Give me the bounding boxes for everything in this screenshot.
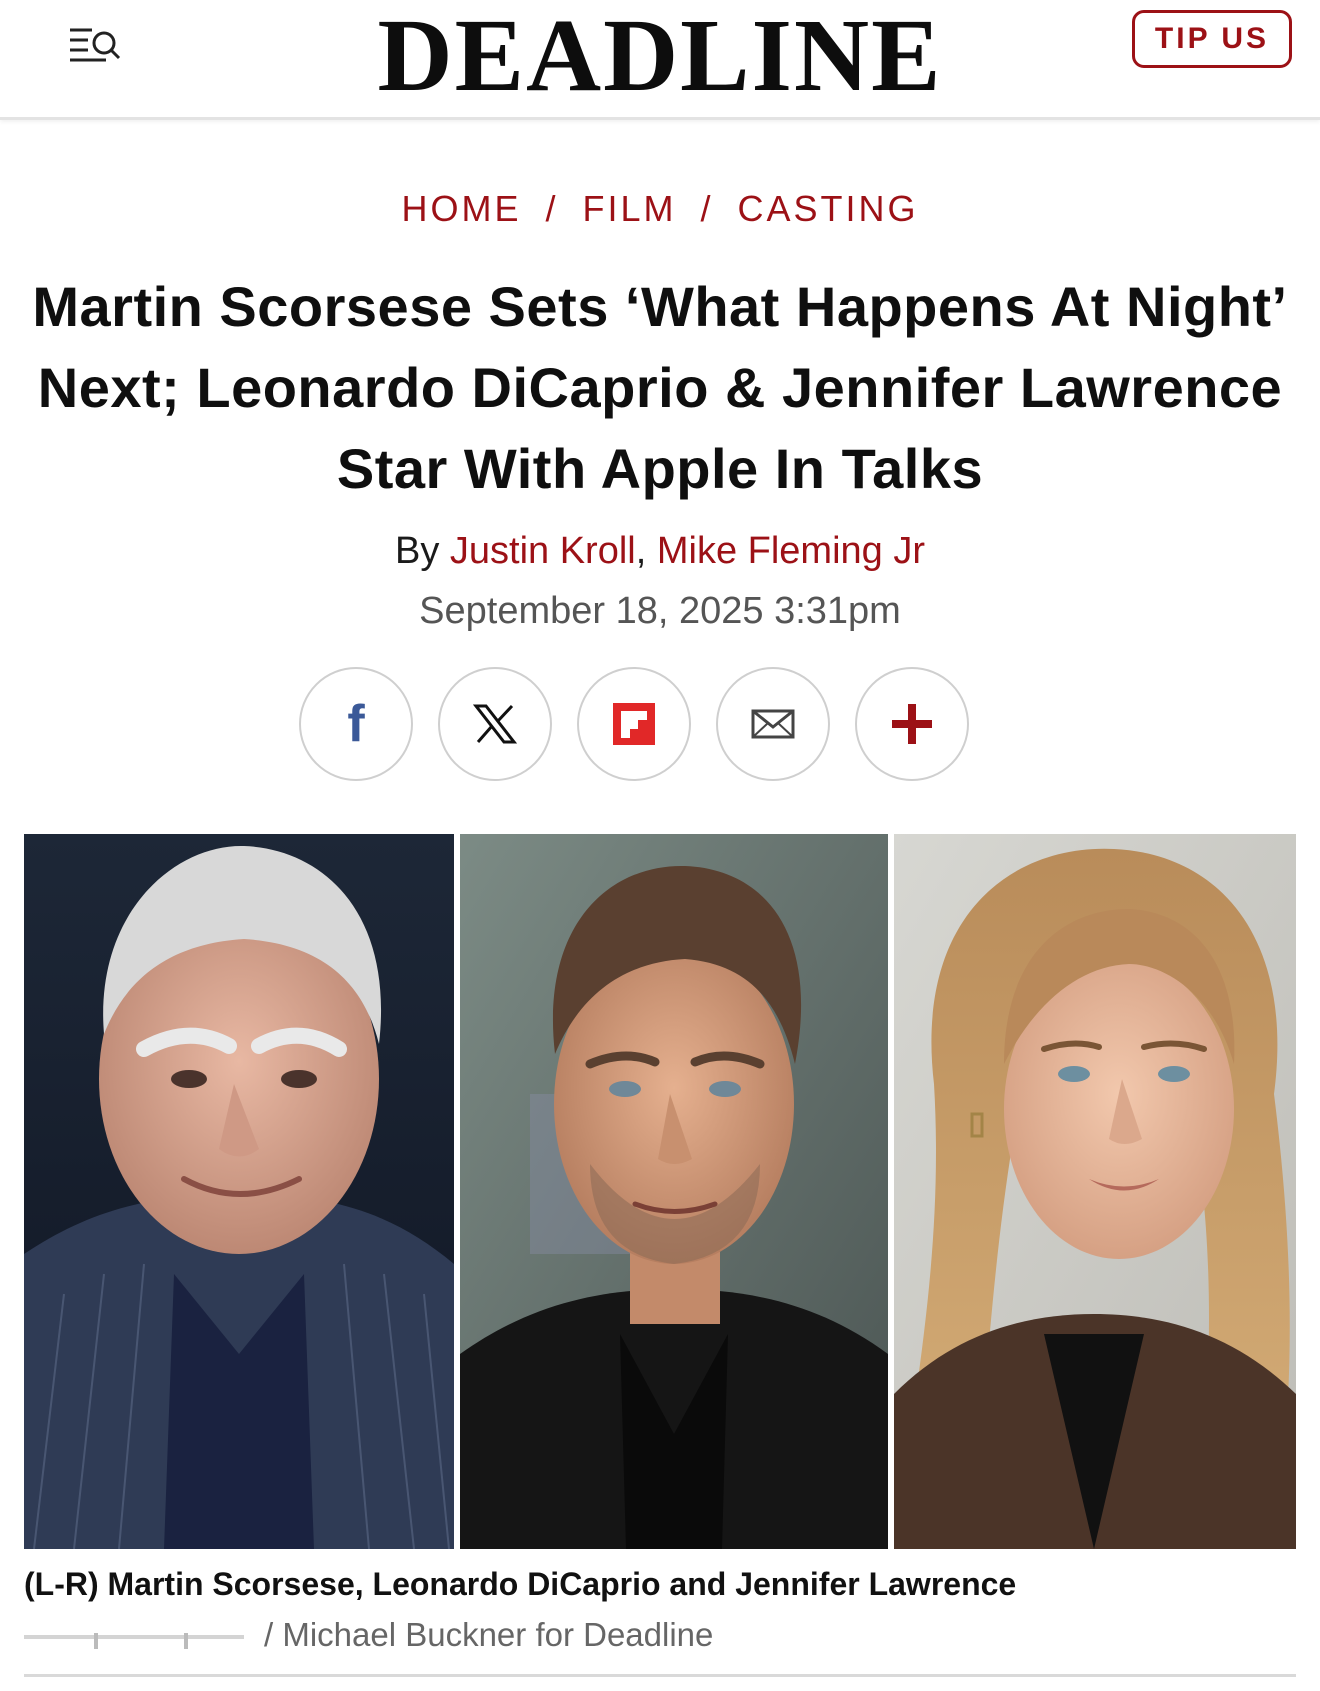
breadcrumb-film[interactable]: FILM: [582, 188, 676, 229]
email-icon: [751, 709, 795, 739]
author-separator: ,: [635, 530, 647, 572]
plus-icon: [892, 704, 932, 744]
article-headline: Martin Scorsese Sets ‘What Happens At Ni…: [32, 275, 1288, 500]
divider: [24, 1674, 1296, 1677]
x-icon: [473, 704, 517, 744]
photo-credit-text: / Michael Buckner for Deadline: [264, 1616, 714, 1653]
more-share-button[interactable]: [855, 667, 969, 781]
share-bar: f: [299, 667, 969, 781]
facebook-icon: f: [347, 695, 365, 753]
photo-martin-scorsese: [24, 834, 454, 1549]
tip-us-button[interactable]: TIP US: [1132, 10, 1292, 68]
flipboard-share-button[interactable]: [577, 667, 691, 781]
x-share-button[interactable]: [438, 667, 552, 781]
author-link-mike-fleming[interactable]: Mike Fleming Jr: [657, 530, 925, 572]
author-link-justin-kroll[interactable]: Justin Kroll: [450, 530, 636, 572]
facebook-share-button[interactable]: f: [299, 667, 413, 781]
article-hero-image[interactable]: [24, 834, 1296, 1549]
breadcrumb-casting[interactable]: CASTING: [738, 188, 919, 229]
site-header: DEADLINE TIP US: [0, 0, 1320, 120]
byline: By Justin Kroll, Mike Fleming Jr: [0, 530, 1320, 573]
photo-leonardo-dicaprio: [460, 834, 888, 1549]
breadcrumb-separator: /: [700, 188, 714, 229]
breadcrumb-home[interactable]: HOME: [401, 188, 521, 229]
flipboard-icon: [613, 703, 655, 745]
photo-caption: (L-R) Martin Scorsese, Leonardo DiCaprio…: [24, 1566, 1017, 1602]
site-logo[interactable]: DEADLINE: [0, 4, 1320, 108]
publish-date: September 18, 2025 3:31pm: [419, 590, 901, 632]
redacted-credit: [24, 1621, 254, 1649]
photo-jennifer-lawrence: [894, 834, 1296, 1549]
photo-credit: / Michael Buckner for Deadline: [24, 1616, 713, 1654]
breadcrumb: HOME / FILM / CASTING: [0, 188, 1320, 230]
byline-prefix: By: [394, 530, 440, 572]
email-share-button[interactable]: [716, 667, 830, 781]
breadcrumb-separator: /: [545, 188, 559, 229]
